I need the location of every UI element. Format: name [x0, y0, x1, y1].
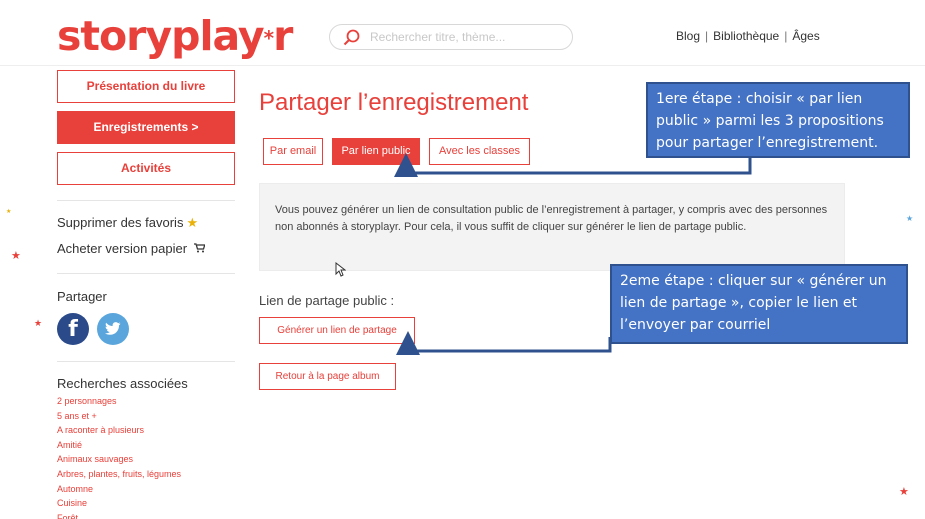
decorative-star-icon: ★: [906, 214, 914, 223]
decorative-star-icon: ★: [11, 250, 21, 262]
decorative-star-icon: ★: [6, 209, 12, 215]
arrow-step1: [394, 153, 752, 178]
arrow-step2: [396, 331, 612, 356]
decorative-star-icon: ★: [899, 486, 909, 498]
decorative-star-icon: ★: [34, 318, 43, 328]
annotation-arrows: [394, 153, 752, 356]
